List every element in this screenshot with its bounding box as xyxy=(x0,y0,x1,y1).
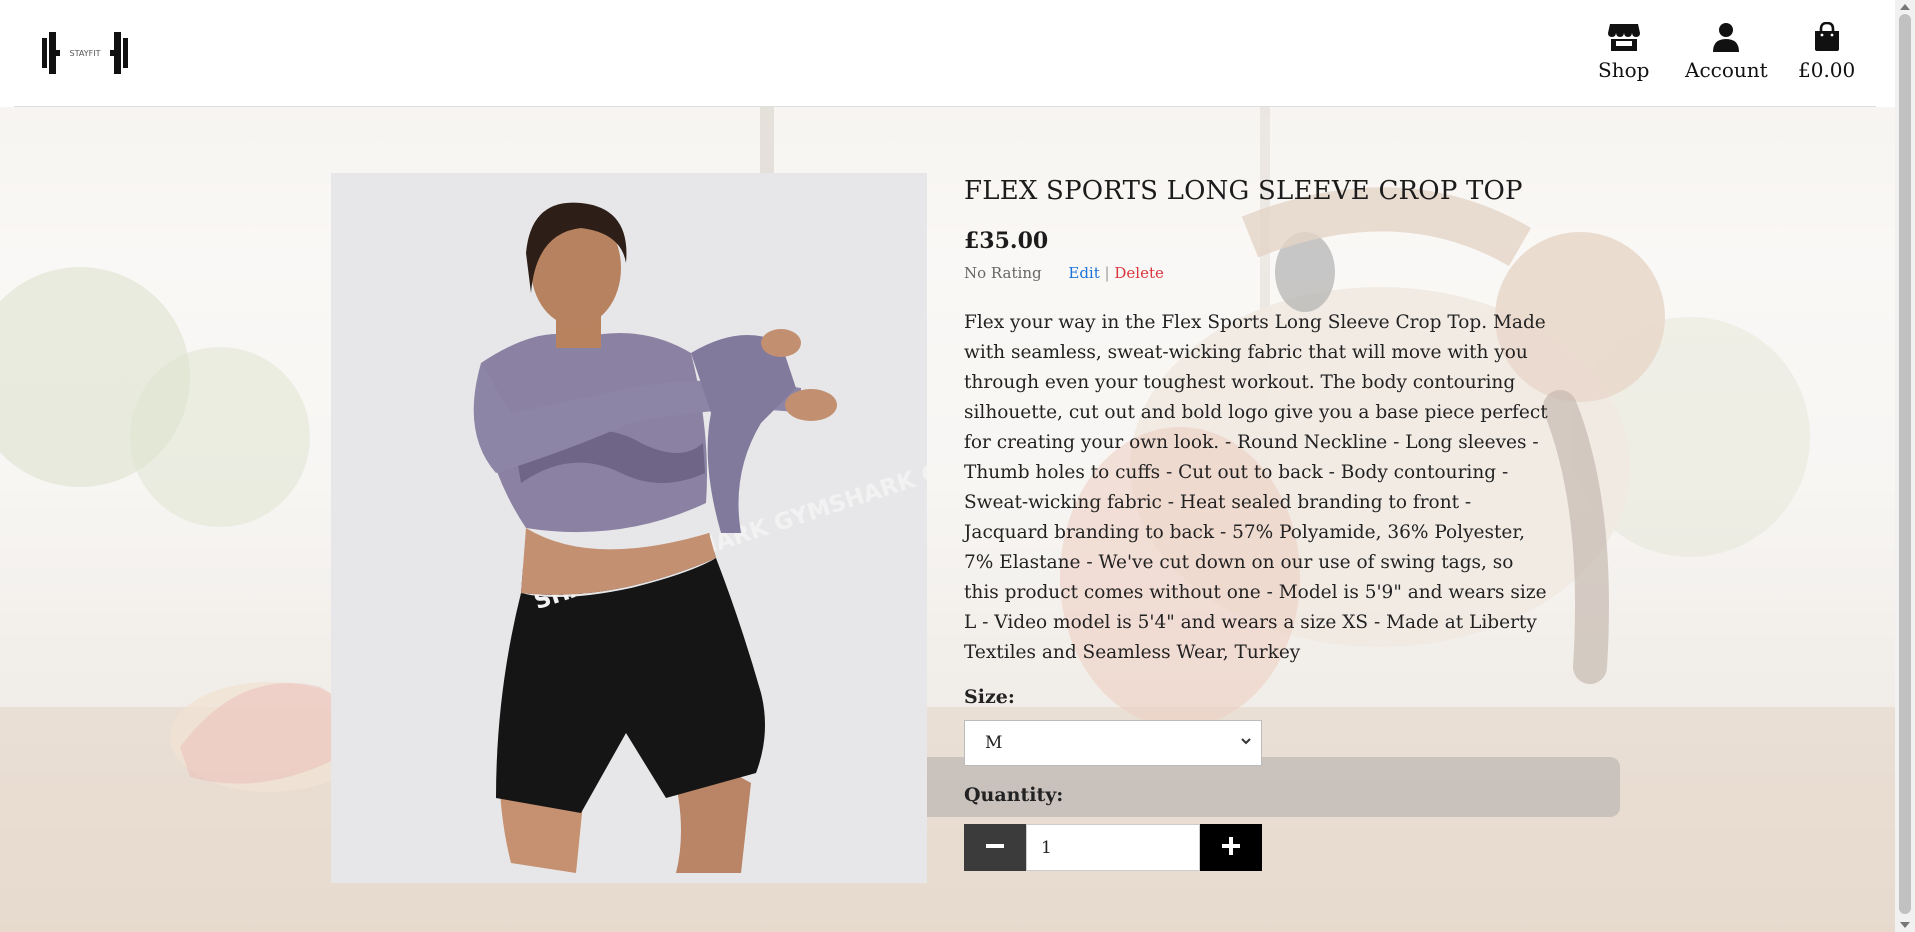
product-image: SHARK GYMSHARK GYMSHARK G xyxy=(331,173,927,883)
quantity-label: Quantity: xyxy=(964,784,1064,806)
site-header: STAYFIT Shop Account £0.00 xyxy=(0,0,1895,106)
bag-icon xyxy=(1810,22,1844,52)
edit-link[interactable]: Edit xyxy=(1068,264,1099,282)
nav-shop-label: Shop xyxy=(1598,58,1650,82)
background-image xyxy=(0,107,1895,932)
size-select[interactable]: M xyxy=(964,720,1262,766)
nav-account[interactable]: Account xyxy=(1685,22,1768,82)
store-icon xyxy=(1607,22,1641,52)
nav-bag[interactable]: £0.00 xyxy=(1798,22,1855,82)
product-meta: No Rating Edit | Delete xyxy=(964,264,1564,282)
size-selected-value: M xyxy=(985,733,1003,753)
product-price: £35.00 xyxy=(964,228,1049,254)
nav-account-label: Account xyxy=(1685,58,1768,82)
decrement-button[interactable] xyxy=(964,824,1026,871)
product-description: Flex your way in the Flex Sports Long Sl… xyxy=(964,312,1548,663)
plus-icon xyxy=(1221,836,1241,860)
svg-text:STAYFIT: STAYFIT xyxy=(70,49,101,58)
scrollbar-thumb[interactable] xyxy=(1899,14,1911,914)
page-scrollbar[interactable] xyxy=(1895,0,1915,932)
stayfit-logo[interactable]: STAYFIT xyxy=(40,30,130,76)
delete-link[interactable]: Delete xyxy=(1114,264,1163,282)
user-icon xyxy=(1709,22,1743,52)
chevron-down-icon xyxy=(1239,733,1253,753)
quantity-input[interactable]: 1 xyxy=(1026,824,1200,871)
rating-text: No Rating xyxy=(964,264,1042,282)
background-veil xyxy=(0,107,1895,932)
increment-button[interactable] xyxy=(1200,824,1262,871)
quantity-stepper: 1 xyxy=(964,824,1564,871)
scroll-up-arrow-icon[interactable] xyxy=(1900,4,1910,10)
scroll-down-arrow-icon[interactable] xyxy=(1900,922,1910,928)
link-separator: | xyxy=(1104,264,1110,282)
nav-shop[interactable]: Shop xyxy=(1598,22,1649,82)
bag-total: £0.00 xyxy=(1798,58,1856,82)
minus-icon xyxy=(985,836,1005,860)
size-label: Size: xyxy=(964,686,1015,708)
product-title: FLEX SPORTS LONG SLEEVE CROP TOP xyxy=(964,176,1523,206)
product-info: FLEX SPORTS LONG SLEEVE CROP TOP £35.00 … xyxy=(964,170,1564,871)
